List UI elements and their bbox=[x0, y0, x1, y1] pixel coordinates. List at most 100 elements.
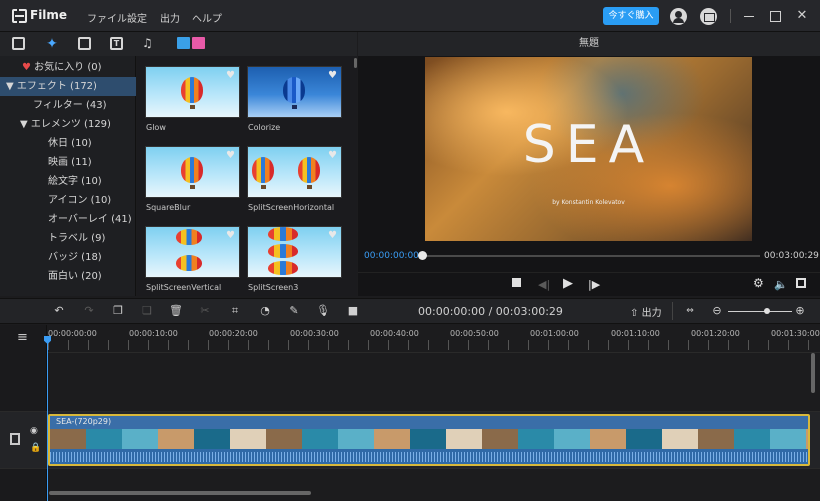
media-icon[interactable] bbox=[12, 37, 25, 50]
fit-timeline-icon[interactable]: ⇔ bbox=[683, 304, 697, 318]
user-icon[interactable] bbox=[670, 8, 687, 25]
favorite-icon[interactable]: ♥ bbox=[328, 230, 337, 241]
ruler-label: 00:00:30:00 bbox=[290, 329, 339, 338]
effect-thumb-squareblur[interactable]: ♥ bbox=[145, 146, 240, 198]
effect-thumb-colorize[interactable]: ♥ bbox=[247, 66, 342, 118]
category-overlay[interactable]: オーバーレイ (41) bbox=[0, 210, 136, 229]
timeline-timecode: 00:00:00:00 / 00:03:00:29 bbox=[418, 305, 563, 318]
favorite-icon[interactable]: ♥ bbox=[226, 150, 235, 161]
text-icon[interactable]: T bbox=[110, 37, 123, 50]
zoom-in-icon[interactable]: ⊕ bbox=[793, 304, 807, 318]
zoom-slider-handle[interactable] bbox=[764, 308, 770, 314]
volume-icon[interactable]: 🔈 bbox=[774, 278, 788, 291]
favorite-icon[interactable]: ♥ bbox=[328, 150, 337, 161]
effect-label: SplitScreenHorizontal bbox=[248, 203, 335, 212]
lock-icon[interactable]: 🔒 bbox=[30, 443, 41, 453]
category-filters[interactable]: フィルター (43) bbox=[0, 96, 136, 115]
category-icons[interactable]: アイコン (10) bbox=[0, 191, 136, 210]
paste-icon[interactable]: ❏ bbox=[140, 304, 154, 318]
app-title: Filme bbox=[30, 8, 68, 22]
category-badge[interactable]: バッジ (18) bbox=[0, 248, 136, 267]
ruler-label: 00:01:10:00 bbox=[611, 329, 660, 338]
effect-label: SplitScreen3 bbox=[248, 283, 299, 292]
zoom-out-icon[interactable]: ⊖ bbox=[710, 304, 724, 318]
clip-thumbnails bbox=[50, 429, 808, 449]
favorite-icon[interactable]: ♥ bbox=[226, 70, 235, 81]
edit-icon[interactable]: ✎ bbox=[287, 304, 301, 318]
timeline-vertical-scrollbar[interactable] bbox=[811, 353, 815, 393]
video-preview[interactable]: SEA by Konstantin Kolevatov bbox=[425, 57, 752, 241]
stop-icon[interactable] bbox=[512, 278, 521, 287]
effect-label: Glow bbox=[146, 123, 166, 132]
effect-grid-scrollbar[interactable] bbox=[354, 58, 357, 68]
close-icon[interactable]: ✕ bbox=[794, 8, 810, 24]
redo-icon[interactable]: ↷ bbox=[82, 304, 96, 318]
ruler-label: 00:00:10:00 bbox=[129, 329, 178, 338]
effect-thumb-splitscreen-vertical[interactable]: ♥ bbox=[145, 226, 240, 278]
heart-icon: ♥ bbox=[22, 62, 31, 73]
visibility-eye-icon[interactable]: ◉ bbox=[30, 426, 38, 436]
preview-scrubber[interactable] bbox=[420, 255, 760, 257]
effect-thumb-splitscreen-horizontal[interactable]: ♥ bbox=[247, 146, 342, 198]
split-cut-icon[interactable]: ✂ bbox=[198, 304, 212, 318]
fullscreen-icon[interactable] bbox=[796, 278, 806, 288]
microphone-icon[interactable]: 🎙 bbox=[316, 304, 330, 318]
category-elements[interactable]: ▼ エレメンツ (129) bbox=[0, 115, 136, 134]
toolbar-separator bbox=[672, 302, 673, 320]
crop-icon[interactable]: ⌗ bbox=[228, 304, 242, 318]
play-icon[interactable]: ▶ bbox=[563, 276, 573, 291]
ruler-label: 00:00:00:00 bbox=[48, 329, 97, 338]
category-funny[interactable]: 面白い (20) bbox=[0, 267, 136, 286]
ruler-label: 00:00:50:00 bbox=[450, 329, 499, 338]
speed-icon[interactable]: ◔ bbox=[258, 304, 272, 318]
category-effects[interactable]: ▼ エフェクト (172) bbox=[0, 77, 136, 96]
music-icon[interactable]: ♫ bbox=[142, 36, 153, 50]
timeline-horizontal-scrollbar[interactable] bbox=[49, 491, 311, 495]
next-frame-icon[interactable]: |▶ bbox=[588, 278, 600, 291]
split-screen-icon[interactable] bbox=[177, 37, 205, 49]
scrubber-handle[interactable] bbox=[418, 251, 427, 260]
ruler-label: 00:00:40:00 bbox=[370, 329, 419, 338]
maximize-icon[interactable] bbox=[767, 8, 783, 24]
category-movie[interactable]: 映画 (11) bbox=[0, 153, 136, 172]
export-icon: ⇧ bbox=[630, 308, 639, 319]
effect-thumb-splitscreen3[interactable]: ♥ bbox=[247, 226, 342, 278]
menu-settings[interactable]: 設定 bbox=[127, 10, 147, 25]
clip-audio-waveform bbox=[50, 449, 808, 464]
category-emoji[interactable]: 絵文字 (10) bbox=[0, 172, 136, 191]
ruler-label: 00:01:00:00 bbox=[530, 329, 579, 338]
zoom-slider[interactable] bbox=[728, 311, 792, 312]
video-clip[interactable]: SEA-(720p29) bbox=[48, 414, 810, 466]
clip-name: SEA-(720p29) bbox=[56, 417, 112, 426]
menu-file[interactable]: ファイル bbox=[87, 10, 127, 25]
buy-now-button[interactable]: 今すぐ購入 bbox=[603, 7, 659, 25]
settings-icon[interactable]: ⚙ bbox=[753, 276, 764, 290]
copy-icon[interactable]: ❐ bbox=[111, 304, 125, 318]
transitions-icon[interactable] bbox=[78, 37, 91, 50]
record-icon[interactable]: ■ bbox=[346, 304, 360, 318]
export-button[interactable]: ⇧ 出力 bbox=[630, 304, 662, 319]
timeline-menu-icon[interactable]: ≡ bbox=[17, 330, 28, 345]
playhead[interactable] bbox=[47, 336, 48, 501]
preview-title: 無題 bbox=[358, 32, 820, 56]
menu-export[interactable]: 出力 bbox=[160, 10, 180, 25]
delete-icon[interactable]: 🗑 bbox=[169, 304, 183, 318]
favorite-icon[interactable]: ♥ bbox=[328, 70, 337, 81]
prev-frame-icon[interactable]: ◀| bbox=[538, 278, 550, 291]
effect-thumb-glow[interactable]: ♥ bbox=[145, 66, 240, 118]
minimize-icon[interactable] bbox=[741, 8, 757, 24]
menu-help[interactable]: ヘルプ bbox=[192, 10, 222, 25]
effects-icon[interactable]: ✦ bbox=[44, 36, 60, 52]
mail-icon[interactable] bbox=[700, 8, 717, 25]
effect-label: SplitScreenVertical bbox=[146, 283, 222, 292]
category-travel[interactable]: トラベル (9) bbox=[0, 229, 136, 248]
ruler-label: 00:01:20:00 bbox=[691, 329, 740, 338]
category-favorites[interactable]: ♥ お気に入り (0) bbox=[0, 58, 136, 77]
current-time: 00:00:00:00 bbox=[364, 251, 419, 261]
favorite-icon[interactable]: ♥ bbox=[226, 230, 235, 241]
category-holiday[interactable]: 休日 (10) bbox=[0, 134, 136, 153]
effect-label: Colorize bbox=[248, 123, 281, 132]
ruler-label: 00:00:20:00 bbox=[209, 329, 258, 338]
undo-icon[interactable]: ↶ bbox=[52, 304, 66, 318]
film-track-icon bbox=[10, 433, 20, 445]
